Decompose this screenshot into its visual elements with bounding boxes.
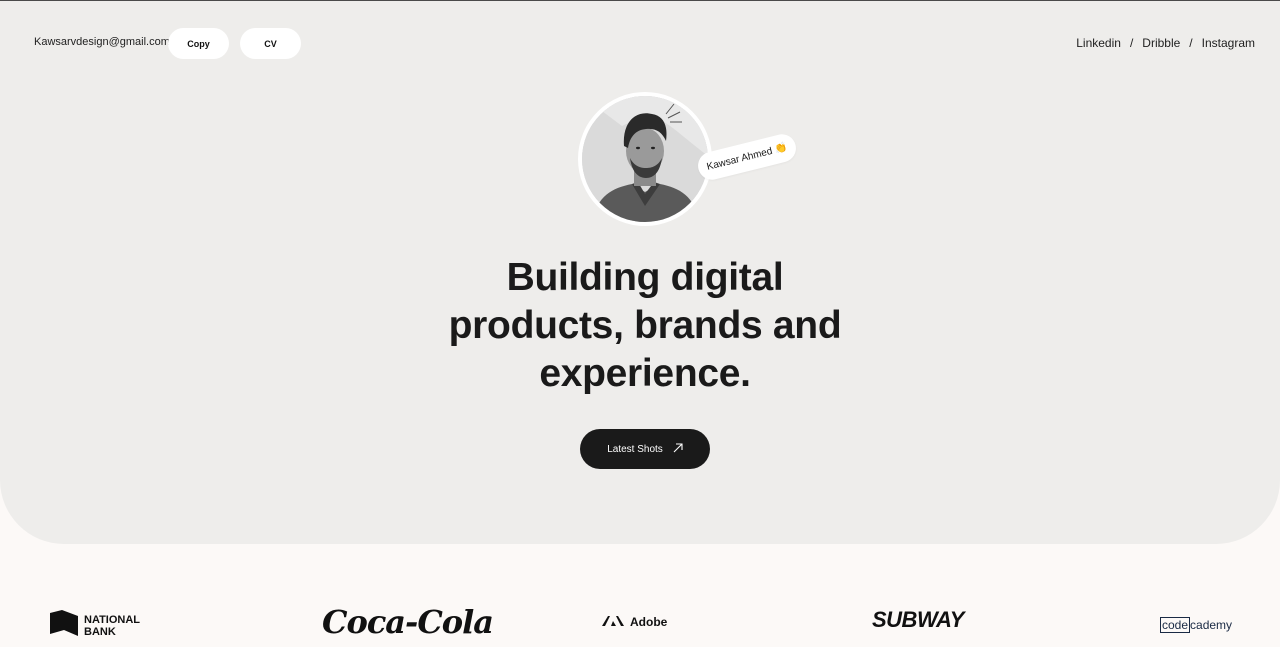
- latest-shots-button[interactable]: Latest Shots: [580, 429, 710, 469]
- client-logos: NATIONAL BANK Coca-Cola Adobe SUBWAY cod…: [0, 595, 1280, 645]
- headline-line-2: products, brands and: [448, 304, 842, 347]
- hero-section: Kawsarvdesign@gmail.com Copy CV Linkedin…: [0, 1, 1280, 544]
- headline-line-1: Building digital: [506, 256, 784, 299]
- adobe-wordmark: Adobe: [630, 615, 668, 629]
- codecademy-rest: cademy: [1190, 618, 1233, 632]
- subway-logo: SUBWAY: [872, 607, 964, 632]
- cv-button[interactable]: CV: [240, 28, 301, 59]
- headline-line-3: experience.: [539, 352, 751, 395]
- copy-email-button[interactable]: Copy: [168, 28, 229, 59]
- instagram-link[interactable]: Instagram: [1202, 36, 1255, 50]
- national-bank-logo: NATIONAL BANK: [50, 610, 140, 641]
- name-tag-text: Kawsar Ahmed: [705, 145, 774, 173]
- social-links: Linkedin / Dribble / Instagram: [1076, 36, 1255, 50]
- dribble-link[interactable]: Dribble: [1142, 36, 1180, 50]
- codecademy-code: code: [1160, 617, 1191, 633]
- codecademy-logo: code cademy: [1160, 617, 1232, 633]
- page-title: Building digital products, brands and ex…: [400, 254, 890, 398]
- separator: /: [1189, 36, 1193, 50]
- arrow-up-right-icon: [673, 442, 683, 456]
- separator: /: [1129, 36, 1134, 50]
- national-bank-line-1: NATIONAL: [84, 613, 141, 626]
- linkedin-link[interactable]: Linkedin: [1076, 36, 1121, 50]
- clapping-hands-icon: 👏: [773, 141, 789, 156]
- latest-shots-label: Latest Shots: [607, 443, 663, 455]
- national-bank-icon: [50, 610, 78, 641]
- avatar: [578, 92, 712, 226]
- adobe-logo: Adobe: [602, 615, 667, 629]
- email-address: Kawsarvdesign@gmail.com: [34, 36, 170, 48]
- profile-photo: [582, 96, 708, 222]
- coca-cola-logo: Coca-Cola: [322, 603, 494, 641]
- national-bank-line-2: BANK: [84, 625, 116, 638]
- name-tag: Kawsar Ahmed 👏: [695, 131, 799, 183]
- adobe-icon: [602, 615, 624, 629]
